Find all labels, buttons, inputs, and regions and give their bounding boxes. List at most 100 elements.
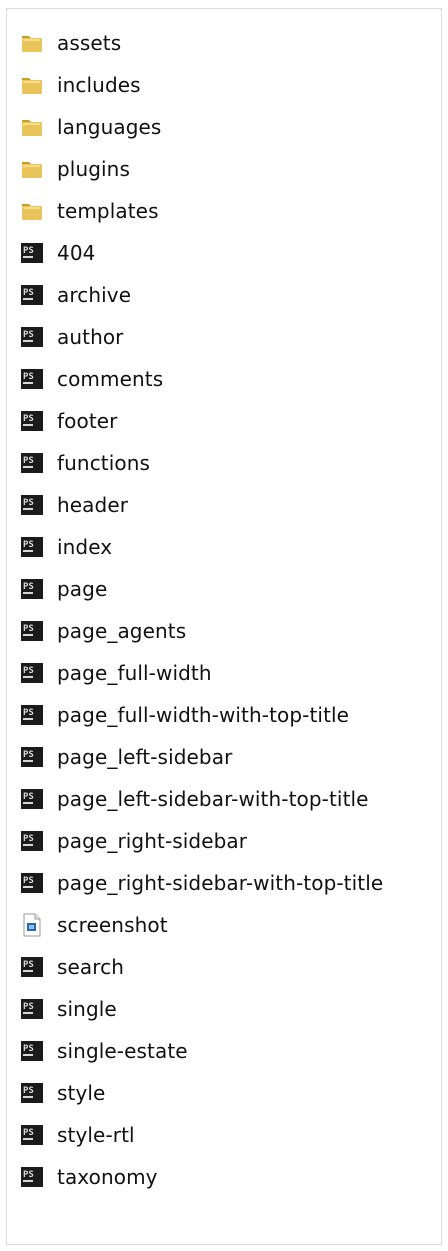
phpstorm-file-icon: PS: [19, 786, 45, 812]
file-label: header: [57, 493, 129, 517]
folder-icon: [19, 72, 45, 98]
phpstorm-file-icon: PS: [19, 534, 45, 560]
file-label: templates: [57, 199, 159, 223]
file-label: 404: [57, 241, 96, 265]
file-item-functions[interactable]: PS functions: [7, 442, 441, 484]
file-item-page-right-sidebar[interactable]: PS page_right-sidebar: [7, 820, 441, 862]
file-label: footer: [57, 409, 118, 433]
file-label: page_agents: [57, 619, 187, 643]
file-label: author: [57, 325, 124, 349]
phpstorm-file-icon: PS: [19, 744, 45, 770]
file-item-templates[interactable]: templates: [7, 190, 441, 232]
svg-text:PS: PS: [23, 540, 34, 550]
svg-text:PS: PS: [23, 1002, 34, 1012]
file-item-page-left-sidebar-with-top-title[interactable]: PS page_left-sidebar-with-top-title: [7, 778, 441, 820]
phpstorm-file-icon: PS: [19, 996, 45, 1022]
svg-text:PS: PS: [23, 456, 34, 466]
file-label: style-rtl: [57, 1123, 135, 1147]
phpstorm-file-icon: PS: [19, 1038, 45, 1064]
svg-text:PS: PS: [23, 330, 34, 340]
svg-text:PS: PS: [23, 960, 34, 970]
svg-text:PS: PS: [23, 666, 34, 676]
file-item-page-full-width[interactable]: PS page_full-width: [7, 652, 441, 694]
folder-icon: [19, 30, 45, 56]
phpstorm-file-icon: PS: [19, 240, 45, 266]
file-label: functions: [57, 451, 151, 475]
phpstorm-file-icon: PS: [19, 324, 45, 350]
file-item-search[interactable]: PS search: [7, 946, 441, 988]
svg-text:PS: PS: [23, 498, 34, 508]
file-item-page[interactable]: PS page: [7, 568, 441, 610]
svg-text:PS: PS: [23, 582, 34, 592]
phpstorm-file-icon: PS: [19, 954, 45, 980]
file-item-languages[interactable]: languages: [7, 106, 441, 148]
file-item-index[interactable]: PS index: [7, 526, 441, 568]
svg-text:PS: PS: [23, 876, 34, 886]
file-label: single-estate: [57, 1039, 188, 1063]
svg-text:PS: PS: [23, 834, 34, 844]
file-label: comments: [57, 367, 164, 391]
file-item-page-agents[interactable]: PS page_agents: [7, 610, 441, 652]
file-label: plugins: [57, 157, 130, 181]
file-label: index: [57, 535, 113, 559]
phpstorm-file-icon: PS: [19, 828, 45, 854]
file-item-page-full-width-with-top-title[interactable]: PS page_full-width-with-top-title: [7, 694, 441, 736]
folder-icon: [19, 198, 45, 224]
file-label: page_right-sidebar-with-top-title: [57, 871, 384, 895]
phpstorm-file-icon: PS: [19, 408, 45, 434]
phpstorm-file-icon: PS: [19, 1080, 45, 1106]
svg-text:PS: PS: [23, 288, 34, 298]
file-item-screenshot[interactable]: screenshot: [7, 904, 441, 946]
file-item-includes[interactable]: includes: [7, 64, 441, 106]
svg-text:PS: PS: [23, 1044, 34, 1054]
file-item-style-rtl[interactable]: PS style-rtl: [7, 1114, 441, 1156]
file-item-comments[interactable]: PS comments: [7, 358, 441, 400]
folder-icon: [19, 114, 45, 140]
file-label: page_full-width: [57, 661, 212, 685]
file-label: taxonomy: [57, 1165, 158, 1189]
file-item-footer[interactable]: PS footer: [7, 400, 441, 442]
svg-text:PS: PS: [23, 792, 34, 802]
file-label: single: [57, 997, 117, 1021]
phpstorm-file-icon: PS: [19, 660, 45, 686]
file-item-plugins[interactable]: plugins: [7, 148, 441, 190]
phpstorm-file-icon: PS: [19, 618, 45, 644]
file-list: assets includes languages plugins templa…: [7, 22, 441, 1198]
file-label: page_left-sidebar: [57, 745, 233, 769]
file-label: search: [57, 955, 125, 979]
file-label: page: [57, 577, 108, 601]
file-label: page_full-width-with-top-title: [57, 703, 350, 727]
file-item-author[interactable]: PS author: [7, 316, 441, 358]
svg-text:PS: PS: [23, 750, 34, 760]
file-item-archive[interactable]: PS archive: [7, 274, 441, 316]
file-label: page_right-sidebar: [57, 829, 248, 853]
file-item-404[interactable]: PS 404: [7, 232, 441, 274]
file-item-page-left-sidebar[interactable]: PS page_left-sidebar: [7, 736, 441, 778]
file-label: style: [57, 1081, 106, 1105]
file-label: assets: [57, 31, 122, 55]
file-label: archive: [57, 283, 132, 307]
phpstorm-file-icon: PS: [19, 450, 45, 476]
file-item-single[interactable]: PS single: [7, 988, 441, 1030]
phpstorm-file-icon: PS: [19, 366, 45, 392]
svg-text:PS: PS: [23, 1128, 34, 1138]
phpstorm-file-icon: PS: [19, 492, 45, 518]
file-item-taxonomy[interactable]: PS taxonomy: [7, 1156, 441, 1198]
file-item-page-right-sidebar-with-top-title[interactable]: PS page_right-sidebar-with-top-title: [7, 862, 441, 904]
file-item-style[interactable]: PS style: [7, 1072, 441, 1114]
phpstorm-file-icon: PS: [19, 702, 45, 728]
svg-text:PS: PS: [23, 708, 34, 718]
phpstorm-file-icon: PS: [19, 576, 45, 602]
image-file-icon: [19, 912, 45, 938]
svg-text:PS: PS: [23, 1170, 34, 1180]
file-label: screenshot: [57, 913, 168, 937]
phpstorm-file-icon: PS: [19, 1164, 45, 1190]
phpstorm-file-icon: PS: [19, 282, 45, 308]
file-item-assets[interactable]: assets: [7, 22, 441, 64]
phpstorm-file-icon: PS: [19, 870, 45, 896]
file-item-single-estate[interactable]: PS single-estate: [7, 1030, 441, 1072]
svg-text:PS: PS: [23, 372, 34, 382]
file-label: page_left-sidebar-with-top-title: [57, 787, 369, 811]
svg-text:PS: PS: [23, 246, 34, 256]
file-item-header[interactable]: PS header: [7, 484, 441, 526]
